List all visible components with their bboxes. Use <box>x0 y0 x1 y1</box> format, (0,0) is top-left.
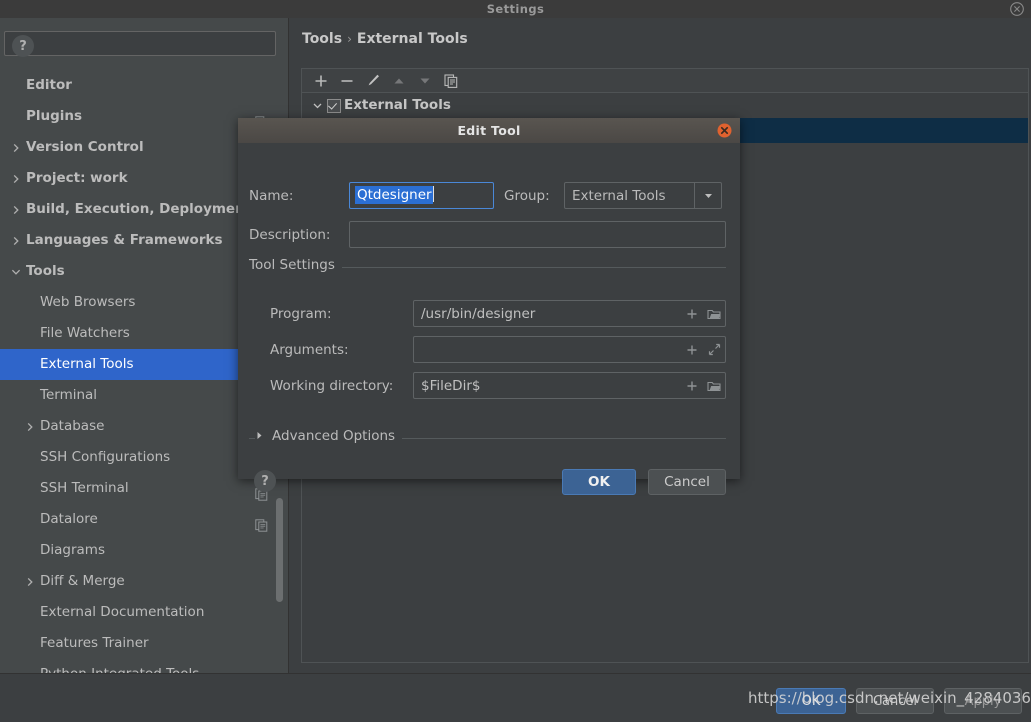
chevron-down-icon[interactable] <box>312 93 323 118</box>
name-field[interactable]: Qtdesigner <box>349 182 494 209</box>
sidebar-item-label: SSH Terminal <box>40 480 129 496</box>
dialog-title: Edit Tool <box>457 123 521 138</box>
sidebar-item-label: Plugins <box>26 108 83 124</box>
group-label: Group: <box>504 188 550 204</box>
close-icon[interactable] <box>1010 2 1024 16</box>
search-input[interactable] <box>4 31 276 56</box>
text-caret <box>432 186 434 202</box>
sidebar-item-label: Version Control <box>26 139 144 155</box>
expand-icon[interactable] <box>703 337 725 362</box>
working-directory-field-value: $FileDir$ <box>421 377 481 394</box>
dialog-help-button[interactable]: ? <box>254 470 276 492</box>
sidebar-item-diagrams[interactable]: Diagrams <box>0 535 288 566</box>
tool-settings-legend: Tool Settings <box>249 257 342 273</box>
sidebar-item-label: Languages & Frameworks <box>26 232 223 248</box>
group-checkbox[interactable] <box>327 99 341 113</box>
ok-button[interactable]: OK <box>776 688 846 714</box>
chevron-right-icon[interactable] <box>10 225 22 256</box>
window-titlebar: Settings <box>0 0 1031 18</box>
cancel-button[interactable]: Cancel <box>856 688 934 714</box>
name-label: Name: <box>249 188 294 204</box>
edit-tool-dialog: Edit Tool Name: Qtdesigner Group: Extern… <box>238 118 740 495</box>
dialog-titlebar: Edit Tool <box>238 118 740 143</box>
remove-button[interactable] <box>334 69 360 92</box>
dialog-ok-button[interactable]: OK <box>562 469 636 495</box>
apply-button[interactable]: Apply <box>944 688 1022 714</box>
move-down-button[interactable] <box>412 69 438 92</box>
sidebar-item-label: Terminal <box>40 387 98 403</box>
close-icon[interactable] <box>717 123 732 138</box>
help-button[interactable]: ? <box>12 35 34 57</box>
chevron-right-icon[interactable] <box>10 194 22 225</box>
sidebar-item-label: SSH Configurations <box>40 449 171 465</box>
chevron-down-icon[interactable] <box>10 256 22 287</box>
sidebar-item-label: Tools <box>26 263 65 279</box>
advanced-options-toggle[interactable]: Advanced Options <box>255 428 403 444</box>
folder-icon[interactable] <box>703 301 725 326</box>
sidebar-item-label: Python Integrated Tools <box>40 666 199 673</box>
breadcrumb-separator: › <box>347 32 352 46</box>
window-title: Settings <box>486 2 545 16</box>
plus-icon[interactable] <box>681 373 703 398</box>
program-field-value: /usr/bin/designer <box>421 305 536 322</box>
name-field-value: Qtdesigner <box>355 186 433 204</box>
sidebar-item-label: Diagrams <box>40 542 105 558</box>
move-up-button[interactable] <box>386 69 412 92</box>
sidebar-item-label: Project: work <box>26 170 128 186</box>
group-dropdown[interactable]: External Tools <box>564 182 722 209</box>
sidebar-item-label: Editor <box>26 77 72 93</box>
sidebar-item-datalore[interactable]: Datalore <box>0 504 288 535</box>
sidebar-item-label: Build, Execution, Deployment <box>26 201 252 217</box>
arguments-label: Arguments: <box>270 342 349 358</box>
dialog-body: Name: Qtdesigner Group: External Tools D… <box>238 143 740 495</box>
search-field-wrapper <box>4 31 276 56</box>
plus-icon[interactable] <box>681 337 703 362</box>
sidebar-item-label: Features Trainer <box>40 635 149 651</box>
external-tools-toolbar <box>301 68 1029 93</box>
add-button[interactable] <box>308 69 334 92</box>
breadcrumb-current: External Tools <box>356 31 468 47</box>
sidebar-item-diff-merge[interactable]: Diff & Merge <box>0 566 288 597</box>
sidebar-item-external-documentation[interactable]: External Documentation <box>0 597 288 628</box>
chevron-right-icon[interactable] <box>10 132 22 163</box>
sidebar-item-label: Web Browsers <box>40 294 136 310</box>
copy-icon[interactable] <box>255 513 268 532</box>
breadcrumb: Tools › External Tools <box>302 31 468 47</box>
copy-button[interactable] <box>438 69 464 92</box>
sidebar-item-features-trainer[interactable]: Features Trainer <box>0 628 288 659</box>
edit-button[interactable] <box>360 69 386 92</box>
chevron-right-icon[interactable] <box>24 566 36 597</box>
plus-icon[interactable] <box>681 301 703 326</box>
sidebar-scrollbar[interactable] <box>276 498 283 602</box>
tree-row-group[interactable]: External Tools <box>302 93 1028 118</box>
working-directory-label: Working directory: <box>270 378 394 394</box>
chevron-down-icon[interactable] <box>694 183 721 208</box>
tree-group-label: External Tools <box>344 97 451 113</box>
folder-icon[interactable] <box>703 373 725 398</box>
chevron-right-icon <box>255 428 264 444</box>
group-dropdown-value: External Tools <box>572 187 666 204</box>
sidebar-item-python-integrated-tools[interactable]: Python Integrated Tools <box>0 659 288 673</box>
sidebar-item-label: External Documentation <box>40 604 205 620</box>
sidebar-item-editor[interactable]: Editor <box>0 70 288 101</box>
sidebar-item-label: Database <box>40 418 105 434</box>
chevron-right-icon[interactable] <box>24 411 36 442</box>
sidebar-item-label: File Watchers <box>40 325 130 341</box>
program-field[interactable]: /usr/bin/designer <box>413 300 726 327</box>
working-directory-field[interactable]: $FileDir$ <box>413 372 726 399</box>
arguments-field[interactable] <box>413 336 726 363</box>
chevron-right-icon[interactable] <box>10 163 22 194</box>
dialog-cancel-button[interactable]: Cancel <box>648 469 726 495</box>
breadcrumb-parent[interactable]: Tools <box>302 31 342 47</box>
sidebar-item-label: Diff & Merge <box>40 573 125 589</box>
description-field[interactable] <box>349 221 726 248</box>
description-label: Description: <box>249 227 331 243</box>
advanced-options-label: Advanced Options <box>272 428 396 444</box>
sidebar-item-label: Datalore <box>40 511 98 527</box>
program-label: Program: <box>270 306 332 322</box>
sidebar-item-label: External Tools <box>40 356 134 372</box>
